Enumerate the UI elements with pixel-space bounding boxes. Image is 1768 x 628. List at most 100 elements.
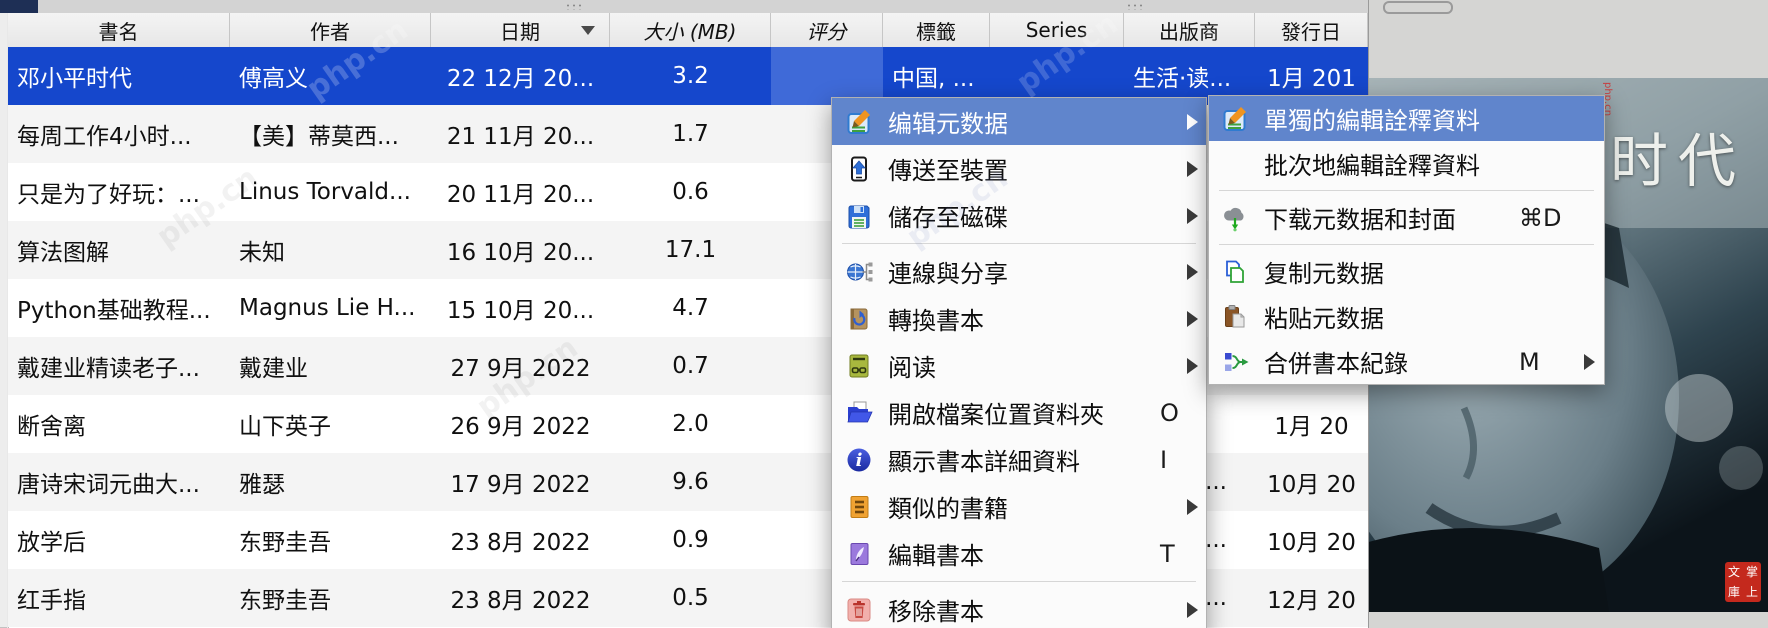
column-header-author[interactable]: 作者 bbox=[230, 13, 431, 47]
context-menu-item-save-to-disk[interactable]: 儲存至磁碟 bbox=[832, 192, 1206, 239]
context-menu-item-open-folder[interactable]: 開啟檔案位置資料夾 O bbox=[832, 389, 1206, 436]
submenu-item-paste-metadata[interactable]: 粘贴元数据 bbox=[1209, 294, 1604, 339]
cell-title[interactable]: 邓小平时代 bbox=[8, 47, 230, 105]
column-header-size[interactable]: 大小 (MB) bbox=[610, 13, 771, 47]
cell-date[interactable]: 21 11月 20... bbox=[431, 105, 610, 163]
cell-size[interactable]: 0.7 bbox=[610, 337, 771, 395]
context-menu-item-send-to-device[interactable]: 傳送至裝置 bbox=[832, 145, 1206, 192]
column-header-label: 書名 bbox=[98, 19, 139, 44]
cell-date[interactable]: 22 12月 20... bbox=[431, 47, 610, 105]
convert-books-icon bbox=[844, 304, 874, 334]
row-grip[interactable] bbox=[0, 163, 7, 222]
cell-title[interactable]: 戴建业精读老子... bbox=[8, 337, 230, 395]
cell-author[interactable]: 山下英子 bbox=[230, 395, 431, 453]
cell-pubdate[interactable]: 10月 20 bbox=[1255, 511, 1368, 569]
column-header-series[interactable]: Series bbox=[990, 13, 1124, 47]
context-menu-item-read-book[interactable]: 阅读 bbox=[832, 342, 1206, 389]
sort-descending-icon[interactable] bbox=[581, 26, 595, 35]
row-grip[interactable] bbox=[0, 47, 7, 106]
row-grip[interactable] bbox=[0, 279, 7, 338]
cell-date[interactable]: 23 8月 2022 bbox=[431, 511, 610, 569]
cell-title[interactable]: 只是为了好玩：... bbox=[8, 163, 230, 221]
cell-pubdate[interactable]: 10月 20 bbox=[1255, 453, 1368, 511]
column-grip-dots[interactable] bbox=[1126, 3, 1144, 10]
column-header-label: 日期 bbox=[500, 19, 540, 44]
row-grip[interactable] bbox=[0, 453, 7, 512]
cell-size[interactable]: 0.5 bbox=[610, 569, 771, 627]
submenu-item-copy-metadata[interactable]: 复制元数据 bbox=[1209, 249, 1604, 294]
cell-author[interactable]: 东野圭吾 bbox=[230, 511, 431, 569]
cell-size[interactable]: 4.7 bbox=[610, 279, 771, 337]
cell-author[interactable]: 【美】蒂莫西... bbox=[230, 105, 431, 163]
cell-title[interactable]: 唐诗宋词元曲大... bbox=[8, 453, 230, 511]
menu-item-shortcut: T bbox=[1160, 539, 1175, 568]
cell-size[interactable]: 2.0 bbox=[610, 395, 771, 453]
cover-title-text: 时代 bbox=[1609, 127, 1746, 195]
context-menu-item-book-details[interactable]: i 顯示書本詳細資料 I bbox=[832, 436, 1206, 483]
cell-author[interactable]: Magnus Lie H... bbox=[230, 279, 431, 337]
submenu-item-edit-metadata[interactable]: 單獨的編輯詮釋資料 bbox=[1209, 96, 1604, 141]
cell-date[interactable]: 26 9月 2022 bbox=[431, 395, 610, 453]
submenu-arrow-icon bbox=[1187, 601, 1198, 618]
submenu-item-item[interactable]: 批次地編輯詮釋資料 bbox=[1209, 141, 1604, 186]
column-grip-dots[interactable] bbox=[565, 3, 583, 10]
cell-size[interactable]: 1.7 bbox=[610, 105, 771, 163]
cell-author[interactable]: 东野圭吾 bbox=[230, 569, 431, 627]
cell-date[interactable]: 27 9月 2022 bbox=[431, 337, 610, 395]
menu-separator bbox=[1219, 244, 1594, 245]
column-header-label: 標籤 bbox=[916, 19, 956, 44]
context-menu-item-similar-books[interactable]: 類似的書籍 bbox=[832, 483, 1206, 530]
context-menu-item-edit-book[interactable]: 編輯書本 T bbox=[832, 530, 1206, 577]
context-menu-item-connect-share[interactable]: 連線與分享 bbox=[832, 248, 1206, 295]
column-header-pubdate[interactable]: 發行日 bbox=[1255, 13, 1368, 47]
row-grip[interactable] bbox=[0, 511, 7, 570]
cell-size[interactable]: 0.6 bbox=[610, 163, 771, 221]
row-grip[interactable] bbox=[0, 105, 7, 164]
menu-item-label: 移除書本 bbox=[888, 598, 984, 626]
cell-pubdate[interactable]: 12月 20 bbox=[1255, 569, 1368, 627]
paste-metadata-icon bbox=[1221, 303, 1249, 331]
scrollbar-thumb[interactable] bbox=[1383, 1, 1453, 14]
cell-date[interactable]: 17 9月 2022 bbox=[431, 453, 610, 511]
cell-title[interactable]: 红手指 bbox=[8, 569, 230, 627]
submenu-item-download-metadata[interactable]: 下载元数据和封面 ⌘D bbox=[1209, 195, 1604, 240]
column-header-tags[interactable]: 標籤 bbox=[883, 13, 990, 47]
row-grip[interactable] bbox=[0, 569, 7, 628]
cell-author[interactable]: 未知 bbox=[230, 221, 431, 279]
cell-author[interactable]: 傅高义 bbox=[230, 47, 431, 105]
cell-pubdate[interactable]: 1月 20 bbox=[1255, 395, 1368, 453]
column-header-publisher[interactable]: 出版商 bbox=[1124, 13, 1255, 47]
menu-item-label: 儲存至磁碟 bbox=[888, 204, 1008, 232]
cell-title[interactable]: 算法图解 bbox=[8, 221, 230, 279]
context-menu-item-edit-metadata[interactable]: 编辑元数据 bbox=[832, 98, 1206, 145]
cell-author[interactable]: 戴建业 bbox=[230, 337, 431, 395]
row-grip[interactable] bbox=[0, 395, 7, 454]
cell-title[interactable]: 放学后 bbox=[8, 511, 230, 569]
menu-item-label: 類似的書籍 bbox=[888, 495, 1008, 523]
window-top-strip bbox=[0, 0, 1368, 14]
cell-size[interactable]: 0.9 bbox=[610, 511, 771, 569]
seal-character: 庫 bbox=[1727, 584, 1740, 599]
context-menu-item-convert-books[interactable]: 轉換書本 bbox=[832, 295, 1206, 342]
column-header-title[interactable]: 書名 bbox=[8, 13, 230, 47]
cell-size[interactable]: 3.2 bbox=[610, 47, 771, 105]
cell-title[interactable]: 每周工作4小时... bbox=[8, 105, 230, 163]
row-grip[interactable] bbox=[0, 13, 7, 48]
cell-date[interactable]: 16 10月 20... bbox=[431, 221, 610, 279]
submenu-item-merge-records[interactable]: 合併書本紀錄 M bbox=[1209, 339, 1604, 384]
cell-title[interactable]: Python基础教程... bbox=[8, 279, 230, 337]
cell-date[interactable]: 15 10月 20... bbox=[431, 279, 610, 337]
cell-author[interactable]: Linus Torvald... bbox=[230, 163, 431, 221]
cell-size[interactable]: 9.6 bbox=[610, 453, 771, 511]
cell-date[interactable]: 23 8月 2022 bbox=[431, 569, 610, 627]
context-menu-item-remove-books[interactable]: 移除書本 bbox=[832, 586, 1206, 628]
cell-date[interactable]: 20 11月 20... bbox=[431, 163, 610, 221]
column-header-rating[interactable]: 评分 bbox=[771, 13, 883, 47]
column-header-date[interactable]: 日期 bbox=[431, 13, 610, 47]
row-grip[interactable] bbox=[0, 337, 7, 396]
read-book-icon bbox=[844, 351, 874, 381]
cell-author[interactable]: 雅瑟 bbox=[230, 453, 431, 511]
cell-title[interactable]: 断舍离 bbox=[8, 395, 230, 453]
row-grip[interactable] bbox=[0, 221, 7, 280]
cell-size[interactable]: 17.1 bbox=[610, 221, 771, 279]
